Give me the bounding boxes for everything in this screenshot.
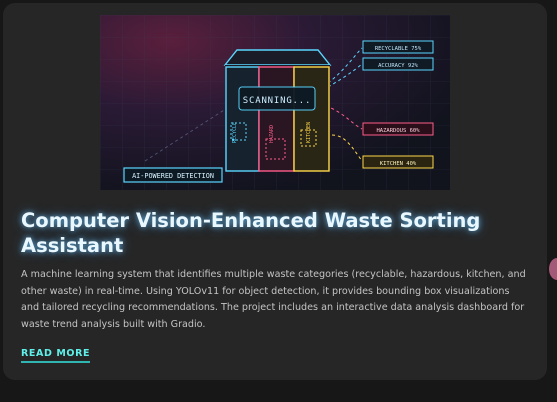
svg-text:RECYCLABLE 75%: RECYCLABLE 75%	[375, 46, 422, 52]
recyclable-bin	[225, 66, 260, 172]
svg-text:AI-POWERED DETECTION: AI-POWERED DETECTION	[132, 172, 214, 180]
project-hero-image: RECYCLE HAZARD KITCHEN SCANNING... RECYC…	[100, 15, 450, 190]
sorter-machine-top	[223, 49, 332, 66]
project-card: RECYCLE HAZARD KITCHEN SCANNING... RECYC…	[3, 3, 547, 380]
scanning-label: SCANNING...	[243, 96, 311, 106]
callout-recyclable: RECYCLABLE 75%	[362, 40, 434, 54]
ai-detection-badge: AI-POWERED DETECTION	[123, 167, 223, 183]
waste-sorting-illustration: RECYCLE HAZARD KITCHEN SCANNING... RECYC…	[100, 15, 450, 190]
svg-text:HAZARDOUS 60%: HAZARDOUS 60%	[376, 128, 420, 134]
hazardous-bin	[258, 66, 295, 172]
svg-text:KITCHEN 40%: KITCHEN 40%	[380, 161, 417, 167]
bin-label-hazard: HAZARD	[269, 125, 275, 143]
project-title: Computer Vision-Enhanced Waste Sorting A…	[21, 209, 481, 257]
floating-action-dot[interactable]	[549, 258, 557, 280]
kitchen-bin	[293, 66, 330, 172]
read-more-link[interactable]: READ MORE	[21, 348, 91, 363]
project-description: A machine learning system that identifie…	[21, 269, 526, 330]
callout-accuracy: ACCURACY 92%	[362, 57, 434, 71]
bin-label-kitchen: KITCHEN	[306, 122, 312, 143]
svg-text:ACCURACY 92%: ACCURACY 92%	[378, 63, 418, 69]
callout-hazardous: HAZARDOUS 60%	[362, 122, 434, 136]
callout-kitchen: KITCHEN 40%	[362, 155, 434, 169]
